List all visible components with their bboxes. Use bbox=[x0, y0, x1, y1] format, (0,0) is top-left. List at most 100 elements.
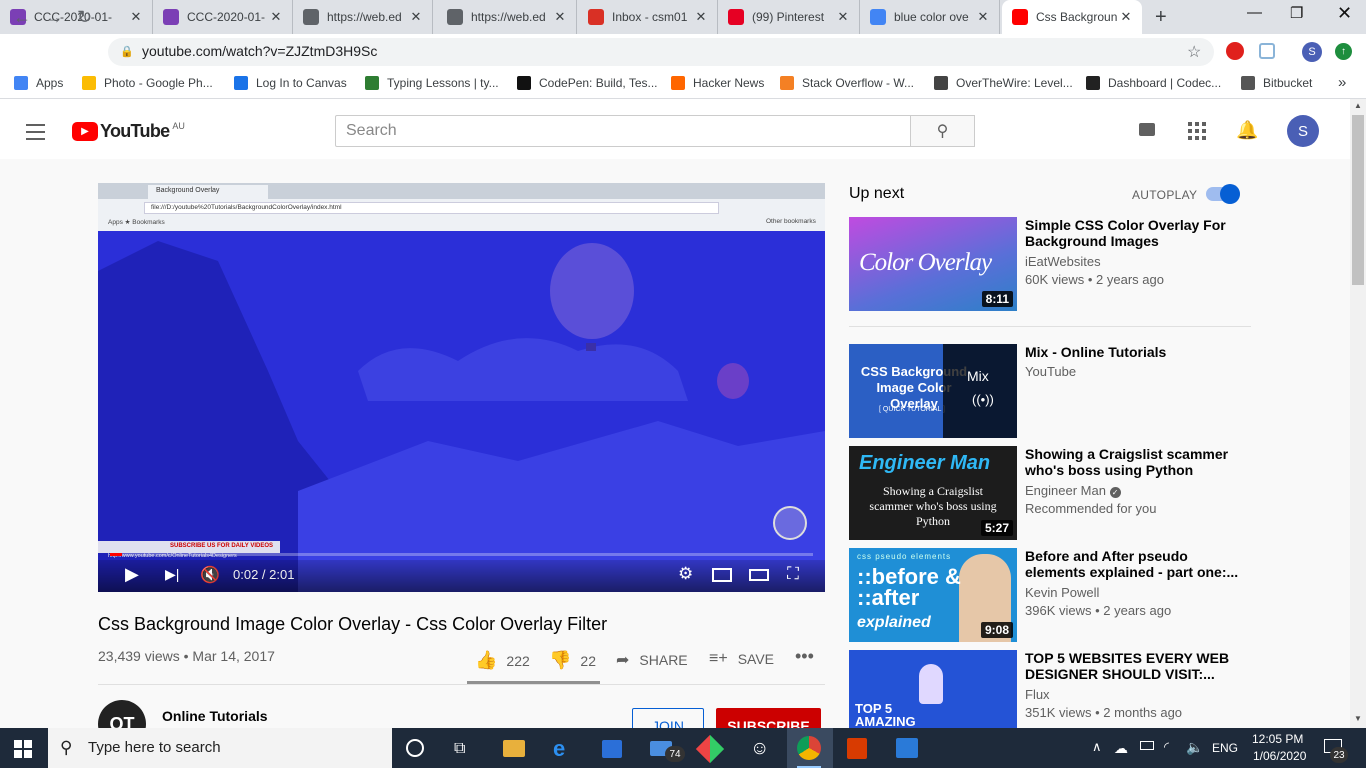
profile-avatar[interactable]: S bbox=[1302, 42, 1322, 62]
recommended-video[interactable]: css pseudo elements::before & ::after exp… bbox=[849, 548, 1251, 642]
clock-time[interactable]: 12:05 PM bbox=[1252, 732, 1303, 746]
recommended-channel[interactable]: Kevin Powell bbox=[1025, 585, 1099, 600]
star-icon[interactable]: ☆ bbox=[1187, 42, 1201, 62]
video-thumbnail[interactable]: CSS Background Image Color Overlay[ QUIC… bbox=[849, 344, 1017, 438]
maximize-button[interactable]: ❐ bbox=[1290, 4, 1303, 22]
scroll-down-icon[interactable]: ▼ bbox=[1354, 714, 1362, 723]
search-input[interactable]: Search bbox=[335, 115, 911, 147]
close-tab-icon[interactable]: ✕ bbox=[975, 9, 991, 25]
save-button[interactable]: ≡+ SAVE bbox=[709, 650, 774, 668]
more-actions-icon[interactable]: ••• bbox=[795, 646, 814, 667]
browser-tab[interactable]: Css Backgroun ✕ bbox=[1002, 0, 1142, 34]
bookmark-item[interactable]: Log In to Canvas bbox=[234, 76, 347, 90]
recommended-channel[interactable]: Engineer Man ✓ bbox=[1025, 483, 1121, 498]
browser-tab[interactable]: https://web.ed ✕ bbox=[293, 0, 433, 34]
extension-icon[interactable] bbox=[1259, 43, 1275, 59]
office-icon[interactable] bbox=[847, 738, 867, 759]
forward-icon[interactable]: → bbox=[45, 7, 63, 28]
browser-tab[interactable]: Inbox - csm01 ✕ bbox=[578, 0, 718, 34]
file-explorer-icon[interactable] bbox=[503, 740, 525, 757]
close-window-button[interactable]: ✕ bbox=[1337, 3, 1352, 24]
channel-name[interactable]: Online Tutorials bbox=[162, 708, 268, 724]
reload-icon[interactable]: ↻ bbox=[77, 7, 92, 28]
browser-tab[interactable]: CCC-2020-01- ✕ bbox=[153, 0, 293, 34]
store-icon[interactable] bbox=[602, 740, 622, 758]
video-thumbnail[interactable]: Engineer Man Showing a Craigslist scammer… bbox=[849, 446, 1017, 540]
recommended-title[interactable]: Simple CSS Color Overlay For Background … bbox=[1025, 217, 1240, 249]
update-icon[interactable]: ↑ bbox=[1335, 43, 1352, 60]
recommended-title[interactable]: Before and After pseudo elements explain… bbox=[1025, 548, 1240, 580]
recommended-video[interactable]: Color Overlay 8:11 Simple CSS Color Overla… bbox=[849, 217, 1251, 311]
bookmark-item[interactable]: Dashboard | Codec... bbox=[1086, 76, 1221, 90]
search-button[interactable]: ⚲ bbox=[910, 115, 975, 147]
bookmarks-more[interactable]: » bbox=[1338, 74, 1346, 91]
close-tab-icon[interactable]: ✕ bbox=[552, 9, 568, 25]
recommended-channel[interactable]: Flux bbox=[1025, 687, 1050, 702]
task-view-icon[interactable]: ⧉ bbox=[454, 740, 478, 764]
progress-bar[interactable] bbox=[110, 553, 813, 556]
miniplayer-icon[interactable] bbox=[712, 568, 732, 582]
mute-icon[interactable]: 🔇 bbox=[200, 565, 220, 585]
bookmark-item[interactable]: Hacker News bbox=[671, 76, 764, 90]
apps-grid-icon[interactable] bbox=[1188, 122, 1206, 140]
bookmark-item[interactable]: Apps bbox=[14, 76, 63, 90]
clock-date[interactable]: 1/06/2020 bbox=[1253, 749, 1306, 763]
bookmark-item[interactable]: Photo - Google Ph... bbox=[82, 76, 213, 90]
edge-icon[interactable]: e bbox=[553, 736, 577, 761]
dislike-button[interactable]: 👎 22 bbox=[549, 650, 596, 671]
url-text[interactable]: youtube.com/watch?v=ZJZtmD3H9Sc bbox=[142, 43, 377, 59]
volume-icon[interactable]: 🔈 bbox=[1186, 739, 1203, 756]
menu-icon[interactable] bbox=[26, 124, 45, 140]
cortana-icon[interactable] bbox=[406, 739, 424, 757]
photos-icon[interactable] bbox=[896, 738, 918, 758]
close-tab-icon[interactable]: ✕ bbox=[835, 9, 851, 25]
new-tab-button[interactable]: + bbox=[1155, 6, 1167, 29]
settings-gear-icon[interactable]: ⚙ bbox=[678, 564, 693, 584]
windows-start-icon[interactable] bbox=[14, 740, 32, 758]
bookmark-item[interactable]: Bitbucket bbox=[1241, 76, 1312, 90]
bookmark-item[interactable]: Typing Lessons | ty... bbox=[365, 76, 499, 90]
scroll-up-icon[interactable]: ▲ bbox=[1354, 101, 1362, 110]
tray-chevron-icon[interactable]: ∧ bbox=[1092, 739, 1102, 755]
bookmark-item[interactable]: CodePen: Build, Tes... bbox=[517, 76, 658, 90]
back-icon[interactable]: ← bbox=[13, 7, 31, 28]
theater-mode-icon[interactable] bbox=[749, 569, 769, 581]
browser-tab[interactable]: blue color ove ✕ bbox=[860, 0, 1000, 34]
recommended-channel[interactable]: YouTube bbox=[1025, 364, 1076, 379]
emoji-app-icon[interactable]: ☺ bbox=[750, 738, 774, 762]
wifi-icon[interactable]: ◜ bbox=[1164, 739, 1169, 755]
recommended-channel[interactable]: iEatWebsites bbox=[1025, 254, 1101, 269]
recommended-title[interactable]: TOP 5 WEBSITES EVERY WEB DESIGNER SHOULD… bbox=[1025, 650, 1240, 682]
close-tab-icon[interactable]: ✕ bbox=[1118, 9, 1134, 25]
taskbar-search[interactable]: Type here to search bbox=[48, 728, 392, 768]
recommended-video[interactable]: Engineer Man Showing a Craigslist scammer… bbox=[849, 446, 1251, 540]
fullscreen-icon[interactable]: ⛶ bbox=[787, 564, 799, 584]
browser-tab[interactable]: https://web.ed ✕ bbox=[437, 0, 577, 34]
create-video-icon[interactable] bbox=[1139, 123, 1155, 136]
bookmark-item[interactable]: Stack Overflow - W... bbox=[780, 76, 914, 90]
recommended-video[interactable]: CSS Background Image Color Overlay[ QUIC… bbox=[849, 344, 1251, 438]
notifications-bell-icon[interactable]: 🔔 bbox=[1236, 120, 1258, 141]
share-button[interactable]: ➦ SHARE bbox=[616, 650, 688, 670]
next-icon[interactable]: ▶| bbox=[165, 566, 179, 583]
close-tab-icon[interactable]: ✕ bbox=[408, 9, 424, 25]
video-thumbnail[interactable]: css pseudo elements::before & ::after exp… bbox=[849, 548, 1017, 642]
language-indicator[interactable]: ENG bbox=[1212, 741, 1238, 755]
scrollbar-thumb[interactable] bbox=[1352, 115, 1364, 285]
play-icon[interactable]: ▶ bbox=[125, 564, 139, 585]
adblock-icon[interactable] bbox=[1226, 42, 1244, 60]
close-tab-icon[interactable]: ✕ bbox=[268, 9, 284, 25]
close-tab-icon[interactable]: ✕ bbox=[693, 9, 709, 25]
recommended-title[interactable]: Showing a Craigslist scammer who's boss … bbox=[1025, 446, 1240, 478]
video-player[interactable]: Background Overlay file:///D:/youtube%20… bbox=[98, 183, 825, 592]
battery-icon[interactable] bbox=[1140, 741, 1154, 750]
minimize-button[interactable]: — bbox=[1247, 4, 1262, 21]
youtube-logo[interactable]: ▶ YouTube AU bbox=[72, 121, 185, 142]
bookmark-item[interactable]: OverTheWire: Level... bbox=[934, 76, 1073, 90]
onedrive-cloud-icon[interactable]: ☁ bbox=[1114, 740, 1128, 757]
recommended-title[interactable]: Mix - Online Tutorials bbox=[1025, 344, 1240, 360]
chrome-icon[interactable] bbox=[797, 736, 821, 760]
browser-tab[interactable]: (99) Pinterest ✕ bbox=[718, 0, 860, 34]
video-thumbnail[interactable]: Color Overlay 8:11 bbox=[849, 217, 1017, 311]
like-button[interactable]: 👍 222 bbox=[475, 650, 530, 671]
